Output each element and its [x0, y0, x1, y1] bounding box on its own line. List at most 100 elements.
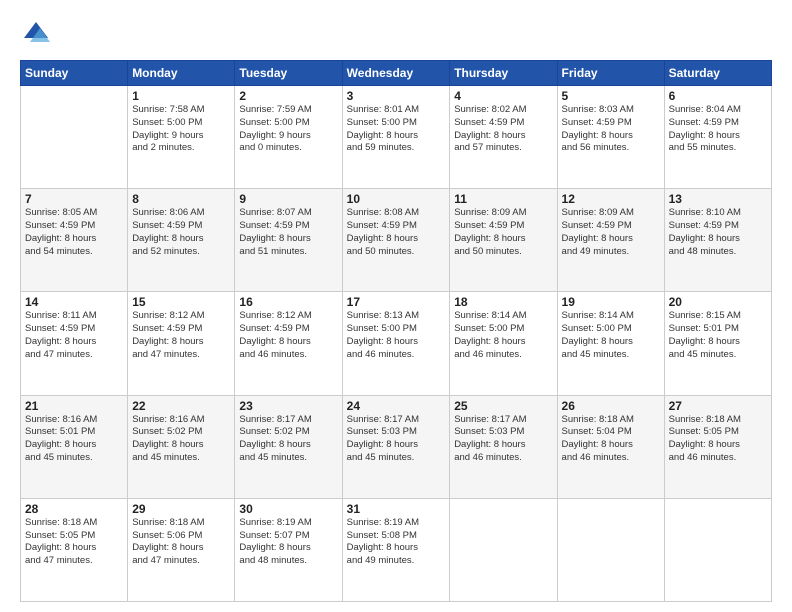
weekday-header-monday: Monday — [128, 61, 235, 86]
day-info: Sunrise: 8:11 AM Sunset: 4:59 PM Dayligh… — [25, 310, 123, 361]
day-number: 27 — [669, 399, 767, 413]
day-info: Sunrise: 7:58 AM Sunset: 5:00 PM Dayligh… — [132, 104, 230, 155]
day-info: Sunrise: 8:07 AM Sunset: 4:59 PM Dayligh… — [239, 207, 337, 258]
day-number: 16 — [239, 295, 337, 309]
day-info: Sunrise: 7:59 AM Sunset: 5:00 PM Dayligh… — [239, 104, 337, 155]
day-number: 2 — [239, 89, 337, 103]
calendar-week-row: 14Sunrise: 8:11 AM Sunset: 4:59 PM Dayli… — [21, 292, 772, 395]
calendar-cell: 16Sunrise: 8:12 AM Sunset: 4:59 PM Dayli… — [235, 292, 342, 395]
day-number: 20 — [669, 295, 767, 309]
calendar-cell — [21, 86, 128, 189]
calendar-cell: 25Sunrise: 8:17 AM Sunset: 5:03 PM Dayli… — [450, 395, 557, 498]
day-number: 3 — [347, 89, 446, 103]
calendar-cell: 23Sunrise: 8:17 AM Sunset: 5:02 PM Dayli… — [235, 395, 342, 498]
day-number: 11 — [454, 192, 552, 206]
day-number: 17 — [347, 295, 446, 309]
calendar-cell: 26Sunrise: 8:18 AM Sunset: 5:04 PM Dayli… — [557, 395, 664, 498]
day-number: 6 — [669, 89, 767, 103]
calendar-cell: 10Sunrise: 8:08 AM Sunset: 4:59 PM Dayli… — [342, 189, 450, 292]
calendar-week-row: 21Sunrise: 8:16 AM Sunset: 5:01 PM Dayli… — [21, 395, 772, 498]
day-info: Sunrise: 8:14 AM Sunset: 5:00 PM Dayligh… — [454, 310, 552, 361]
day-number: 26 — [562, 399, 660, 413]
day-info: Sunrise: 8:10 AM Sunset: 4:59 PM Dayligh… — [669, 207, 767, 258]
day-number: 13 — [669, 192, 767, 206]
day-info: Sunrise: 8:04 AM Sunset: 4:59 PM Dayligh… — [669, 104, 767, 155]
day-info: Sunrise: 8:12 AM Sunset: 4:59 PM Dayligh… — [239, 310, 337, 361]
day-number: 14 — [25, 295, 123, 309]
calendar-cell: 13Sunrise: 8:10 AM Sunset: 4:59 PM Dayli… — [664, 189, 771, 292]
page: SundayMondayTuesdayWednesdayThursdayFrid… — [0, 0, 792, 612]
day-info: Sunrise: 8:06 AM Sunset: 4:59 PM Dayligh… — [132, 207, 230, 258]
day-info: Sunrise: 8:19 AM Sunset: 5:07 PM Dayligh… — [239, 517, 337, 568]
day-info: Sunrise: 8:02 AM Sunset: 4:59 PM Dayligh… — [454, 104, 552, 155]
day-info: Sunrise: 8:08 AM Sunset: 4:59 PM Dayligh… — [347, 207, 446, 258]
calendar-cell: 8Sunrise: 8:06 AM Sunset: 4:59 PM Daylig… — [128, 189, 235, 292]
day-info: Sunrise: 8:09 AM Sunset: 4:59 PM Dayligh… — [454, 207, 552, 258]
day-number: 15 — [132, 295, 230, 309]
day-number: 7 — [25, 192, 123, 206]
day-info: Sunrise: 8:19 AM Sunset: 5:08 PM Dayligh… — [347, 517, 446, 568]
calendar-cell: 1Sunrise: 7:58 AM Sunset: 5:00 PM Daylig… — [128, 86, 235, 189]
day-info: Sunrise: 8:18 AM Sunset: 5:04 PM Dayligh… — [562, 414, 660, 465]
calendar-cell: 27Sunrise: 8:18 AM Sunset: 5:05 PM Dayli… — [664, 395, 771, 498]
weekday-header-saturday: Saturday — [664, 61, 771, 86]
calendar-cell: 22Sunrise: 8:16 AM Sunset: 5:02 PM Dayli… — [128, 395, 235, 498]
day-number: 23 — [239, 399, 337, 413]
day-info: Sunrise: 8:16 AM Sunset: 5:01 PM Dayligh… — [25, 414, 123, 465]
calendar-cell: 4Sunrise: 8:02 AM Sunset: 4:59 PM Daylig… — [450, 86, 557, 189]
day-number: 9 — [239, 192, 337, 206]
weekday-header-friday: Friday — [557, 61, 664, 86]
calendar-cell: 31Sunrise: 8:19 AM Sunset: 5:08 PM Dayli… — [342, 498, 450, 601]
weekday-header-thursday: Thursday — [450, 61, 557, 86]
calendar-cell: 28Sunrise: 8:18 AM Sunset: 5:05 PM Dayli… — [21, 498, 128, 601]
day-number: 5 — [562, 89, 660, 103]
calendar-cell: 30Sunrise: 8:19 AM Sunset: 5:07 PM Dayli… — [235, 498, 342, 601]
logo-icon — [20, 18, 52, 50]
day-number: 29 — [132, 502, 230, 516]
day-info: Sunrise: 8:09 AM Sunset: 4:59 PM Dayligh… — [562, 207, 660, 258]
day-info: Sunrise: 8:18 AM Sunset: 5:06 PM Dayligh… — [132, 517, 230, 568]
day-number: 22 — [132, 399, 230, 413]
calendar-cell: 2Sunrise: 7:59 AM Sunset: 5:00 PM Daylig… — [235, 86, 342, 189]
day-info: Sunrise: 8:13 AM Sunset: 5:00 PM Dayligh… — [347, 310, 446, 361]
calendar-cell: 9Sunrise: 8:07 AM Sunset: 4:59 PM Daylig… — [235, 189, 342, 292]
calendar-cell: 11Sunrise: 8:09 AM Sunset: 4:59 PM Dayli… — [450, 189, 557, 292]
calendar-cell — [557, 498, 664, 601]
calendar-cell: 29Sunrise: 8:18 AM Sunset: 5:06 PM Dayli… — [128, 498, 235, 601]
calendar-week-row: 7Sunrise: 8:05 AM Sunset: 4:59 PM Daylig… — [21, 189, 772, 292]
weekday-header-sunday: Sunday — [21, 61, 128, 86]
calendar-cell: 18Sunrise: 8:14 AM Sunset: 5:00 PM Dayli… — [450, 292, 557, 395]
weekday-header-tuesday: Tuesday — [235, 61, 342, 86]
day-info: Sunrise: 8:12 AM Sunset: 4:59 PM Dayligh… — [132, 310, 230, 361]
day-number: 1 — [132, 89, 230, 103]
calendar-cell: 19Sunrise: 8:14 AM Sunset: 5:00 PM Dayli… — [557, 292, 664, 395]
day-info: Sunrise: 8:15 AM Sunset: 5:01 PM Dayligh… — [669, 310, 767, 361]
header — [20, 18, 772, 50]
day-info: Sunrise: 8:17 AM Sunset: 5:03 PM Dayligh… — [454, 414, 552, 465]
calendar-cell: 15Sunrise: 8:12 AM Sunset: 4:59 PM Dayli… — [128, 292, 235, 395]
calendar-cell: 20Sunrise: 8:15 AM Sunset: 5:01 PM Dayli… — [664, 292, 771, 395]
calendar-cell: 6Sunrise: 8:04 AM Sunset: 4:59 PM Daylig… — [664, 86, 771, 189]
logo — [20, 18, 58, 50]
day-number: 30 — [239, 502, 337, 516]
calendar-cell: 3Sunrise: 8:01 AM Sunset: 5:00 PM Daylig… — [342, 86, 450, 189]
day-number: 25 — [454, 399, 552, 413]
calendar-cell: 5Sunrise: 8:03 AM Sunset: 4:59 PM Daylig… — [557, 86, 664, 189]
day-info: Sunrise: 8:17 AM Sunset: 5:02 PM Dayligh… — [239, 414, 337, 465]
calendar-header-row: SundayMondayTuesdayWednesdayThursdayFrid… — [21, 61, 772, 86]
day-info: Sunrise: 8:17 AM Sunset: 5:03 PM Dayligh… — [347, 414, 446, 465]
calendar-cell: 21Sunrise: 8:16 AM Sunset: 5:01 PM Dayli… — [21, 395, 128, 498]
calendar-cell: 12Sunrise: 8:09 AM Sunset: 4:59 PM Dayli… — [557, 189, 664, 292]
day-number: 21 — [25, 399, 123, 413]
day-number: 31 — [347, 502, 446, 516]
calendar-cell — [664, 498, 771, 601]
calendar-table: SundayMondayTuesdayWednesdayThursdayFrid… — [20, 60, 772, 602]
calendar-cell: 17Sunrise: 8:13 AM Sunset: 5:00 PM Dayli… — [342, 292, 450, 395]
calendar-cell — [450, 498, 557, 601]
calendar-week-row: 28Sunrise: 8:18 AM Sunset: 5:05 PM Dayli… — [21, 498, 772, 601]
day-number: 12 — [562, 192, 660, 206]
day-info: Sunrise: 8:03 AM Sunset: 4:59 PM Dayligh… — [562, 104, 660, 155]
day-info: Sunrise: 8:14 AM Sunset: 5:00 PM Dayligh… — [562, 310, 660, 361]
day-number: 4 — [454, 89, 552, 103]
day-info: Sunrise: 8:18 AM Sunset: 5:05 PM Dayligh… — [25, 517, 123, 568]
